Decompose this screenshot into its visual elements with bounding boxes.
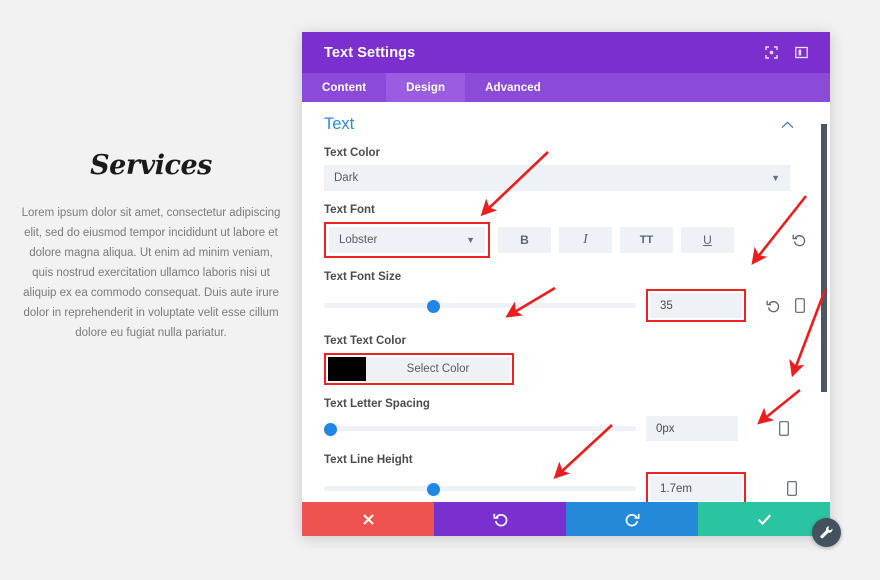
text-font-size-row: 35 [324,289,808,322]
uppercase-button[interactable]: TT [620,227,673,253]
scrollbar-track[interactable] [818,102,830,502]
field-text-text-color: Text Text Color Select Color [324,335,808,385]
field-label-text-font-size: Text Font Size [324,271,402,283]
field-text-font-size: Text Font Size 35 [324,271,808,322]
field-label-text-color: Text Color [324,147,381,159]
cancel-button[interactable] [302,502,434,536]
field-label-text-letter-spacing: Text Letter Spacing [324,398,430,410]
slider-thumb[interactable] [426,299,440,313]
field-text-letter-spacing: Text Letter Spacing 0px [324,398,808,441]
slider-track [324,486,636,491]
select-color-button[interactable]: Select Color [366,357,510,381]
field-text-font: Text Font Lobster ▼ B I TT U [324,204,808,258]
section-title: Text [324,115,355,133]
text-font-row: Lobster ▼ B I TT U [324,222,808,258]
underline-button[interactable]: U [681,227,734,253]
undo-button[interactable] [434,502,566,536]
text-font-size-slider[interactable] [324,297,636,315]
text-font-select[interactable]: Lobster ▼ [329,227,485,253]
field-label-text-font: Text Font [324,204,375,216]
text-line-height-input[interactable]: 1.7em [650,476,742,501]
text-font-highlight: Lobster ▼ [324,222,490,258]
text-font-size-highlight: 35 [646,289,746,322]
field-text-color: Text Color Dark ▼ [324,147,808,191]
slider-thumb[interactable] [324,422,337,436]
text-line-height-slider[interactable] [324,480,636,498]
text-font-value: Lobster [339,234,378,246]
text-color-select[interactable]: Dark ▼ [324,165,790,191]
fullscreen-icon[interactable] [760,42,782,64]
color-picker-row: Select Color [328,357,510,381]
slider-track [324,303,636,308]
text-line-height-highlight: 1.7em [646,472,746,502]
tab-advanced[interactable]: Advanced [465,73,561,102]
field-text-line-height: Text Line Height 1.7em [324,454,808,502]
redo-button[interactable] [566,502,698,536]
modal-titlebar: Text Settings [302,32,830,73]
modal-title: Text Settings [324,44,416,61]
bold-button[interactable]: B [498,227,551,253]
responsive-device-icon[interactable] [792,297,808,315]
page-preview: Services Lorem ipsum dolor sit amet, con… [0,0,300,580]
scrollbar-thumb[interactable] [821,124,827,392]
chevron-up-icon[interactable] [781,117,808,132]
section-header-text[interactable]: Text [324,102,808,147]
text-letter-spacing-row: 0px [324,416,808,441]
modal-tabs: Content Design Advanced [302,73,830,102]
text-font-size-input[interactable]: 35 [650,293,742,318]
save-button[interactable] [698,502,830,536]
field-label-text-line-height: Text Line Height [324,454,413,466]
page-title: Services [90,150,212,181]
text-settings-modal: Text Settings Content Design Advanced Te… [302,32,830,536]
split-view-icon[interactable] [790,42,812,64]
preview-paragraph: Lorem ipsum dolor sit amet, consectetur … [21,207,281,339]
text-letter-spacing-input[interactable]: 0px [646,416,738,441]
reset-font-size-icon[interactable] [764,297,782,315]
wrench-icon[interactable] [812,518,841,547]
text-color-value: Dark [334,172,359,184]
italic-button[interactable]: I [559,227,612,253]
text-text-color-highlight: Select Color [324,353,514,385]
responsive-device-icon[interactable] [784,480,800,498]
color-swatch[interactable] [328,357,366,381]
slider-thumb[interactable] [426,482,440,496]
text-letter-spacing-slider[interactable] [324,420,636,438]
modal-action-bar [302,502,830,536]
chevron-down-icon: ▼ [771,173,780,183]
field-label-text-text-color: Text Text Color [324,335,406,347]
slider-track [324,426,636,431]
tab-content[interactable]: Content [302,73,386,102]
chevron-down-icon: ▼ [466,235,475,245]
tab-design[interactable]: Design [386,73,466,102]
reset-font-icon[interactable] [790,231,808,249]
responsive-device-icon[interactable] [776,420,792,438]
modal-body: Text Text Color Dark ▼ Text Font Lobster [302,102,830,502]
preview-content: Services Lorem ipsum dolor sit amet, con… [12,150,290,344]
text-line-height-row: 1.7em [324,472,808,502]
